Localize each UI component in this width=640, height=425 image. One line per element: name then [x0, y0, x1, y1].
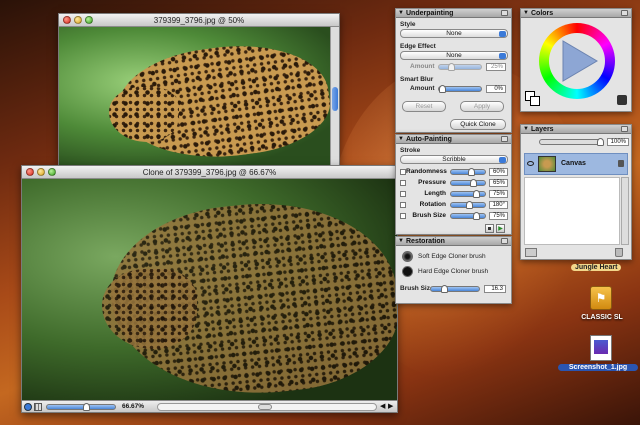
underpainting-header[interactable]: Underpainting — [396, 9, 511, 18]
color-tools-icon[interactable] — [617, 95, 627, 105]
setting-label: Rotation — [419, 201, 446, 208]
smart-blur-label: Smart Blur — [400, 76, 434, 83]
layer-commands-icon[interactable] — [525, 248, 537, 257]
scroll-right-icon[interactable]: ▶ — [388, 402, 393, 410]
setting-label: Pressure — [418, 179, 446, 186]
layers-header[interactable]: Layers — [521, 125, 631, 134]
setting-label: Randomness — [406, 168, 447, 175]
panel-close-icon[interactable] — [501, 10, 508, 16]
soft-edge-brush-icon[interactable] — [402, 251, 413, 262]
horizontal-scrollbar[interactable] — [157, 403, 377, 411]
brush-size-slider[interactable] — [430, 285, 480, 293]
jungle-heart-label[interactable]: Jungle Heart — [571, 264, 622, 271]
layers-panel: Layers 100% Canvas — [520, 124, 632, 260]
panel-title: Colors — [531, 10, 554, 17]
layer-opacity-slider[interactable] — [539, 138, 604, 146]
color-triangle[interactable] — [539, 23, 615, 99]
setting-value[interactable]: 75% — [489, 190, 508, 198]
panel-close-icon[interactable] — [501, 238, 508, 244]
window-titlebar[interactable]: Clone of 379399_3796.jpg @ 66.67% — [22, 166, 397, 179]
stroke-label: Stroke — [400, 147, 421, 154]
screenshot-file-icon[interactable] — [590, 335, 612, 361]
reset-button[interactable]: Reset — [402, 101, 446, 112]
scroll-thumb[interactable] — [258, 404, 272, 410]
window-titlebar[interactable]: 379399_3796.jpg @ 50% — [59, 14, 339, 27]
auto-painting-header[interactable]: Auto-Painting — [396, 135, 511, 144]
trash-icon[interactable] — [615, 248, 623, 257]
hard-edge-brush-icon[interactable] — [402, 266, 413, 277]
brush-size-value[interactable]: 16.3 — [484, 285, 506, 293]
amount-slider[interactable] — [438, 63, 482, 71]
amount-label: Amount — [410, 63, 435, 70]
classic-drive-icon[interactable]: ⚑ — [590, 286, 612, 310]
blur-amount-slider[interactable] — [438, 85, 482, 93]
leopard-image[interactable] — [59, 27, 331, 165]
window-title: 379399_3796.jpg @ 50% — [153, 16, 245, 25]
panel-title: Layers — [531, 126, 554, 133]
apply-button[interactable]: Apply — [460, 101, 504, 112]
panel-close-icon[interactable] — [621, 10, 628, 16]
screenshot-file-label[interactable]: Screenshot_1.jpg — [558, 364, 638, 371]
image-window-original[interactable]: 379399_3796.jpg @ 50% — [58, 13, 340, 165]
scroll-left-icon[interactable]: ◀ — [380, 402, 385, 410]
setting-slider[interactable] — [450, 201, 486, 209]
restoration-header[interactable]: Restoration — [396, 237, 511, 246]
amount-value[interactable]: 25% — [486, 63, 506, 71]
blur-amount-label: Amount — [410, 85, 435, 92]
panel-close-icon[interactable] — [501, 136, 508, 142]
panel-title: Auto-Painting — [406, 136, 452, 143]
layer-thumbnail — [538, 156, 556, 172]
stop-button[interactable] — [485, 224, 494, 233]
auto-painting-panel: Auto-Painting Stroke Scribble ▶ Randomne… — [395, 134, 512, 235]
underpainting-panel: Underpainting Style None Edge Effect Non… — [395, 8, 512, 133]
quick-clone-button[interactable]: Quick Clone — [450, 119, 506, 130]
color-swatch-icon[interactable] — [525, 91, 541, 107]
stroke-select[interactable]: Scribble — [400, 155, 508, 164]
eye-icon[interactable] — [527, 161, 534, 166]
image-window-clone[interactable]: Clone of 379399_3796.jpg @ 66.67% 66.67%… — [21, 165, 398, 413]
restoration-panel: Restoration Soft Edge Cloner brush Hard … — [395, 236, 512, 304]
classic-drive-label[interactable]: CLASSIC SL — [572, 314, 632, 321]
setting-value[interactable]: 60% — [489, 168, 508, 176]
layers-scrollbar[interactable] — [621, 177, 629, 245]
clone-canvas[interactable] — [22, 179, 397, 401]
colors-panel: Colors — [520, 8, 632, 112]
layer-opacity-value[interactable]: 100% — [607, 138, 629, 146]
edge-effect-label: Edge Effect — [400, 43, 436, 50]
layer-name: Canvas — [561, 160, 586, 167]
setting-slider[interactable] — [450, 168, 486, 176]
setting-value[interactable]: 180° — [489, 201, 508, 209]
colors-header[interactable]: Colors — [521, 9, 631, 18]
zoom-slider[interactable] — [46, 403, 116, 411]
layer-row-canvas[interactable]: Canvas — [524, 153, 628, 175]
blur-amount-value[interactable]: 0% — [486, 85, 506, 93]
layers-list-area — [524, 177, 620, 245]
edge-effect-select[interactable]: None — [400, 51, 508, 60]
panel-title: Underpainting — [406, 10, 454, 17]
soft-edge-brush-label[interactable]: Soft Edge Cloner brush — [418, 253, 486, 260]
status-bar: 66.67% ◀ ▶ — [22, 400, 397, 412]
play-button[interactable]: ▶ — [496, 224, 505, 233]
setting-value[interactable]: 65% — [489, 179, 508, 187]
grid-icon[interactable] — [34, 403, 42, 411]
color-wheel[interactable] — [539, 23, 615, 99]
style-label: Style — [400, 21, 416, 28]
scroll-thumb[interactable] — [332, 87, 338, 111]
setting-label: Brush Size — [412, 212, 446, 219]
panel-close-icon[interactable] — [621, 126, 628, 132]
zoom-icon[interactable] — [24, 403, 32, 411]
lock-icon[interactable] — [618, 160, 624, 167]
hard-edge-brush-label[interactable]: Hard Edge Cloner brush — [418, 268, 488, 275]
setting-slider[interactable] — [450, 179, 486, 187]
window-title: Clone of 379399_3796.jpg @ 66.67% — [142, 168, 277, 177]
vertical-scrollbar[interactable] — [330, 27, 339, 165]
panel-title: Restoration — [406, 238, 445, 245]
style-select[interactable]: None — [400, 29, 508, 38]
setting-slider[interactable] — [450, 190, 486, 198]
zoom-level: 66.67% — [122, 403, 145, 410]
setting-label: Length — [424, 190, 446, 197]
setting-value[interactable]: 75% — [489, 212, 508, 220]
setting-slider[interactable] — [450, 212, 486, 220]
